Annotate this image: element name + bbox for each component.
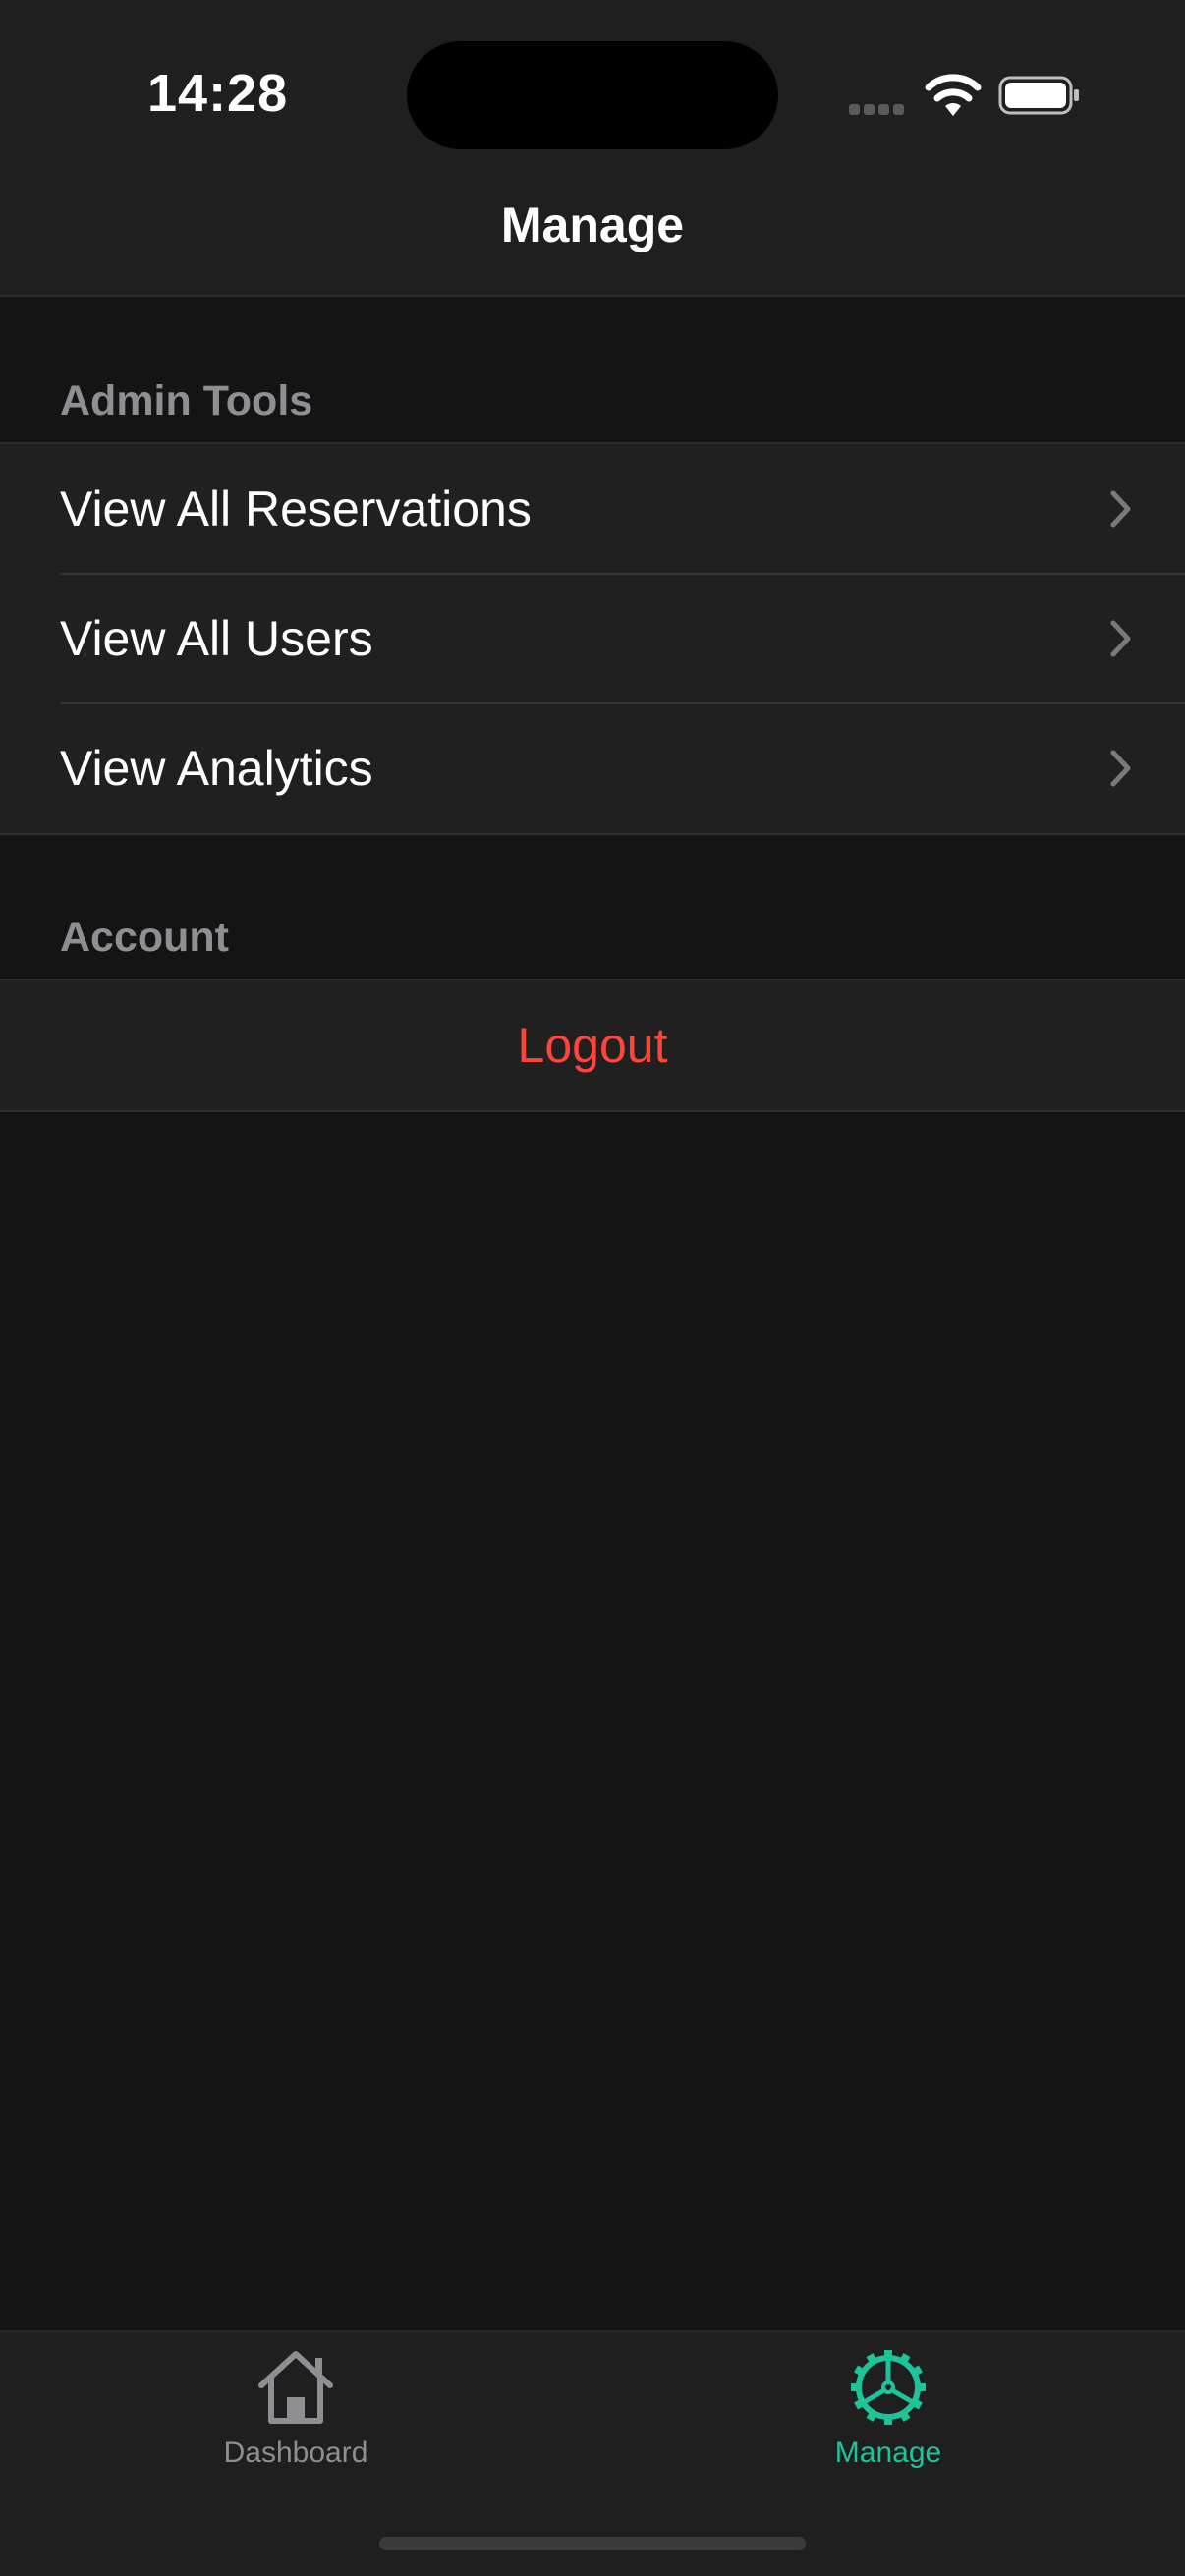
admin-tools-list: View All Reservations View All Users Vie…	[0, 442, 1185, 835]
list-item-view-all-users[interactable]: View All Users	[0, 573, 1185, 703]
status-bar-time: 14:28	[147, 64, 289, 123]
tab-dashboard[interactable]: Dashboard	[148, 2348, 443, 2470]
tab-label-manage: Manage	[834, 2436, 942, 2469]
section-header-admin-tools: Admin Tools	[60, 377, 313, 424]
home-indicator[interactable]	[379, 2537, 806, 2550]
list-item-label: View All Users	[60, 611, 373, 666]
navigation-header: 14:28 Manage	[0, 0, 1185, 297]
manage-screen: 14:28 Manage Admin Tools View All Reserv…	[0, 0, 1185, 2576]
battery-icon	[998, 76, 1079, 115]
list-item-view-analytics[interactable]: View Analytics	[0, 702, 1185, 833]
logout-label: Logout	[517, 1018, 668, 1073]
list-item-view-all-reservations[interactable]: View All Reservations	[0, 444, 1185, 574]
logout-button[interactable]: Logout	[0, 980, 1185, 1110]
tab-manage[interactable]: Manage	[741, 2348, 1036, 2470]
section-header-account: Account	[60, 914, 229, 961]
gear-icon	[851, 2350, 926, 2425]
chevron-right-icon	[1110, 490, 1131, 528]
cellular-signal-icon	[849, 102, 908, 116]
house-icon	[258, 2351, 333, 2424]
page-title: Manage	[500, 197, 685, 252]
chevron-right-icon	[1110, 620, 1131, 657]
dynamic-island	[407, 41, 778, 149]
list-item-label: View All Reservations	[60, 481, 532, 536]
wifi-icon	[925, 74, 982, 116]
chevron-right-icon	[1110, 750, 1131, 787]
account-list: Logout	[0, 979, 1185, 1112]
list-item-label: View Analytics	[60, 741, 373, 796]
tab-label-dashboard: Dashboard	[223, 2436, 368, 2469]
